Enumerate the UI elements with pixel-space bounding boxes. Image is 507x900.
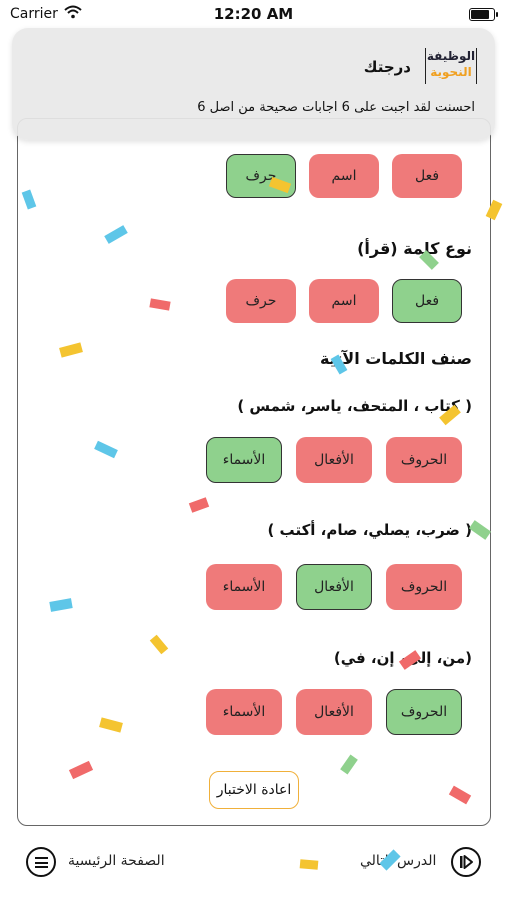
group-3-option-letters[interactable]: الحروف [386, 689, 462, 735]
next-lesson-link[interactable]: الدرس التالي [360, 853, 436, 869]
quiz-card: فعل اسم حرف نوع كلمة (قرأ) فعل اسم حرف ص… [17, 118, 491, 826]
group-3-words: (من، إلى، إن، في) [333, 649, 472, 667]
group-2-option-letters[interactable]: الحروف [386, 564, 462, 610]
group-1-option-letters[interactable]: الحروف [386, 437, 462, 483]
group-2-words: ( ضرب، يصلي، صام، أكتب ) [267, 521, 472, 539]
notification-title: درجتك [363, 58, 411, 76]
logo-line-2: النحوية [430, 65, 472, 79]
question-2-option-2[interactable]: اسم [309, 279, 379, 323]
group-3-option-verbs[interactable]: الأفعال [296, 689, 372, 735]
classify-title: صنف الكلمات الآتية [320, 349, 472, 368]
bottom-bar: الصفحة الرئيسية الدرس التالي [0, 835, 507, 895]
clock: 12:20 AM [213, 5, 294, 23]
question-1-options: فعل اسم حرف [226, 154, 462, 198]
group-3-option-nouns[interactable]: الأسماء [206, 689, 282, 735]
group-2-options: الحروف الأفعال الأسماء [206, 564, 462, 610]
group-1-options: الحروف الأفعال الأسماء [206, 437, 462, 483]
notification-message: احسنت لقد اجبت على 6 اجابات صحيحة من اصل… [197, 100, 475, 115]
group-1-option-verbs[interactable]: الأفعال [296, 437, 372, 483]
battery-level [471, 10, 489, 19]
score-notification[interactable]: الوظيفة النحوية درجتك احسنت لقد اجبت على… [12, 28, 495, 140]
question-2-title: نوع كلمة (قرأ) [357, 239, 472, 258]
question-1-option-3[interactable]: حرف [226, 154, 296, 198]
battery-icon [469, 8, 498, 21]
question-1-option-1[interactable]: فعل [392, 154, 462, 198]
hamburger-menu-icon[interactable] [26, 847, 56, 877]
group-3-options: الحروف الأفعال الأسماء [206, 689, 462, 735]
question-2-option-1[interactable]: فعل [392, 279, 462, 323]
question-2-options: فعل اسم حرف [226, 279, 462, 323]
retry-button[interactable]: اعادة الاختبار [209, 771, 299, 809]
group-2-option-verbs[interactable]: الأفعال [296, 564, 372, 610]
group-1-words: ( كتاب ، المتحف، ياسر، شمس ) [237, 397, 472, 415]
question-2-option-3[interactable]: حرف [226, 279, 296, 323]
next-lesson-icon[interactable] [451, 847, 481, 877]
home-page-link[interactable]: الصفحة الرئيسية [68, 853, 165, 869]
app-logo: الوظيفة النحوية [425, 48, 477, 84]
group-2-option-nouns[interactable]: الأسماء [206, 564, 282, 610]
group-1-option-nouns[interactable]: الأسماء [206, 437, 282, 483]
status-bar: Carrier 12:20 AM [0, 0, 507, 30]
question-1-option-2[interactable]: اسم [309, 154, 379, 198]
logo-line-1: الوظيفة [426, 49, 476, 63]
